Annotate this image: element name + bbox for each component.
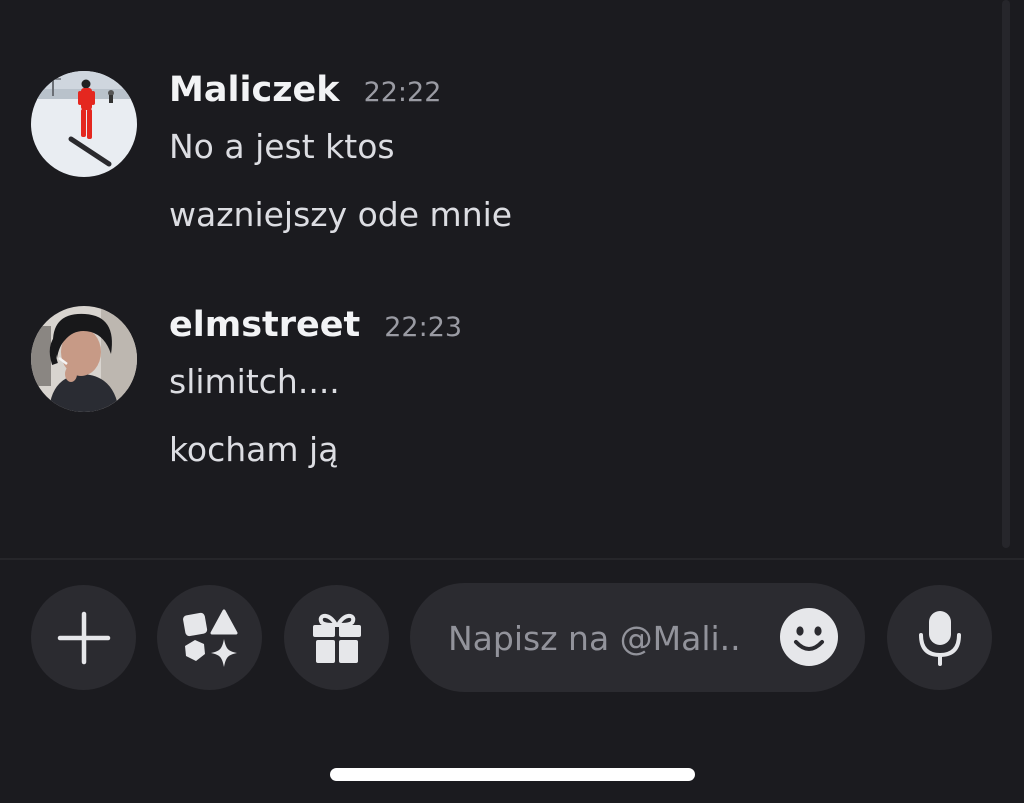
voice-message-button[interactable]	[887, 585, 992, 690]
message-header: elmstreet 22:23	[169, 305, 462, 345]
message-list[interactable]: Maliczek 22:22 No a jest ktos wazniejszy…	[0, 0, 1024, 558]
timestamp: 22:23	[384, 312, 463, 343]
gift-icon	[312, 613, 361, 663]
microphone-icon	[918, 610, 961, 666]
home-indicator[interactable]	[330, 768, 695, 781]
plus-icon	[57, 611, 110, 664]
message-group: elmstreet 22:23 slimitch.... kocham ją	[0, 0, 1000, 500]
composer-divider	[0, 558, 1024, 560]
message-text[interactable]: kocham ją	[169, 430, 338, 469]
message-input[interactable]	[446, 605, 780, 671]
gift-button[interactable]	[284, 585, 389, 690]
message-composer[interactable]	[410, 583, 865, 692]
portrait-avatar-image	[31, 306, 137, 412]
add-attachment-button[interactable]	[31, 585, 136, 690]
username[interactable]: elmstreet	[169, 305, 360, 345]
apps-icon	[182, 609, 237, 667]
apps-button[interactable]	[157, 585, 262, 690]
avatar[interactable]	[31, 306, 137, 412]
scrollbar[interactable]	[1002, 0, 1010, 548]
smiley-icon[interactable]	[780, 608, 838, 666]
message-text[interactable]: slimitch....	[169, 362, 340, 401]
